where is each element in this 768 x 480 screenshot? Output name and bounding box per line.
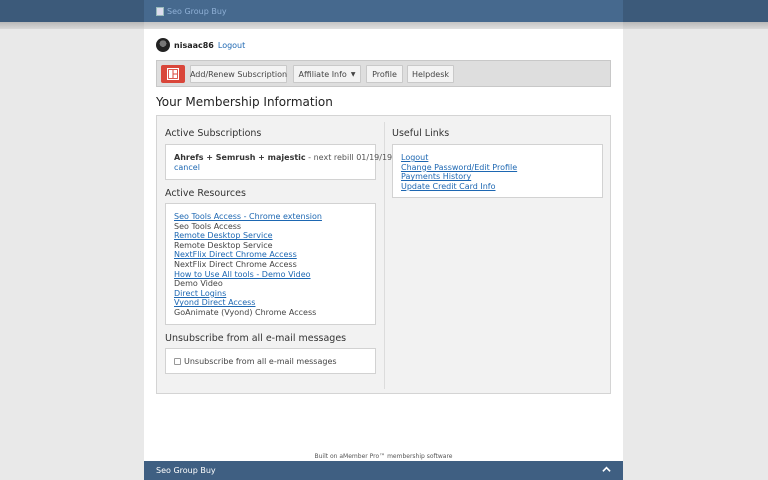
- menu-item-label: Profile: [372, 69, 397, 79]
- page-title: Your Membership Information: [156, 95, 333, 109]
- broken-image-icon: [156, 6, 164, 16]
- resource-link[interactable]: Direct Logins: [174, 289, 322, 299]
- active-subscriptions-title: Active Subscriptions: [165, 128, 262, 139]
- resource-label: Seo Tools Access: [174, 221, 242, 231]
- useful-links-box: Logout Change Password/Edit Profile Paym…: [392, 144, 603, 198]
- unsubscribe-title: Unsubscribe from all e-mail messages: [165, 333, 347, 344]
- header-band: [144, 22, 623, 29]
- resource-link[interactable]: How to Use All tools - Demo Video: [174, 270, 322, 280]
- footer-bar: Seo Group Buy: [144, 461, 623, 480]
- unsubscribe-box: Unsubscribe from all e-mail messages: [165, 348, 376, 374]
- resource-link[interactable]: NextFlix Direct Chrome Access: [174, 250, 322, 260]
- useful-link-logout[interactable]: Logout: [401, 153, 517, 163]
- column-divider: [384, 122, 385, 389]
- menu-helpdesk[interactable]: Helpdesk: [407, 65, 454, 83]
- subscriptions-box: Ahrefs + Semrush + majestic - next rebil…: [165, 144, 392, 180]
- user-bar: nisaac86 Logout: [156, 38, 245, 52]
- menu-item-label: Affiliate Info: [298, 69, 347, 79]
- resource-label: Remote Desktop Service: [174, 240, 273, 250]
- resource-label: GoAnimate (Vyond) Chrome Access: [174, 307, 317, 317]
- useful-link-payments-history[interactable]: Payments History: [401, 172, 517, 182]
- resource-link[interactable]: Remote Desktop Service: [174, 231, 322, 241]
- subscription-name: Ahrefs + Semrush + majestic: [174, 153, 306, 162]
- active-resources-title: Active Resources: [165, 188, 246, 199]
- cancel-subscription-link[interactable]: cancel: [174, 163, 200, 172]
- membership-panel: Active Subscriptions Ahrefs + Semrush + …: [156, 115, 611, 394]
- resource-link[interactable]: Vyond Direct Access: [174, 298, 322, 308]
- menu-item-label: Helpdesk: [411, 69, 450, 79]
- useful-links-title: Useful Links: [392, 128, 450, 139]
- subscription-rebill: - next rebill 01/19/19: [305, 153, 393, 162]
- menu-add-renew-subscription[interactable]: Add/Renew Subscription: [190, 65, 287, 83]
- caret-down-icon: ▼: [350, 70, 356, 78]
- resource-label: NextFlix Direct Chrome Access: [174, 259, 297, 269]
- resources-box: Seo Tools Access - Chrome extension Seo …: [165, 203, 376, 325]
- unsubscribe-checkbox[interactable]: [174, 358, 181, 365]
- menu-profile[interactable]: Profile: [366, 65, 403, 83]
- unsubscribe-checkbox-label: Unsubscribe from all e-mail messages: [184, 357, 337, 366]
- main-menu: Add/Renew Subscription Affiliate Info ▼ …: [156, 60, 611, 87]
- powered-by-text: Built on aMember Pro™ membership softwar…: [314, 453, 453, 460]
- home-button[interactable]: [161, 65, 185, 83]
- site-logo[interactable]: Seo Group Buy: [156, 6, 227, 16]
- resources-list: Seo Tools Access - Chrome extension Seo …: [174, 212, 322, 318]
- unsubscribe-option[interactable]: Unsubscribe from all e-mail messages: [174, 357, 337, 366]
- logout-link[interactable]: Logout: [218, 41, 245, 50]
- menu-affiliate-info[interactable]: Affiliate Info ▼: [293, 65, 361, 83]
- useful-link-update-card[interactable]: Update Credit Card Info: [401, 182, 517, 192]
- footer-title: Seo Group Buy: [156, 466, 216, 475]
- subscription-line: Ahrefs + Semrush + majestic - next rebil…: [174, 153, 392, 162]
- logo-alt-text: Seo Group Buy: [167, 6, 227, 16]
- useful-link-change-password[interactable]: Change Password/Edit Profile: [401, 163, 517, 173]
- dashboard-grid-icon: [167, 68, 179, 80]
- chevron-up-icon[interactable]: [602, 465, 611, 477]
- resource-label: Demo Video: [174, 279, 223, 289]
- page-container: Seo Group Buy nisaac86 Logout Add/Renew …: [144, 0, 623, 480]
- useful-links-list: Logout Change Password/Edit Profile Paym…: [401, 153, 517, 191]
- menu-item-label: Add/Renew Subscription: [189, 69, 288, 79]
- site-header: Seo Group Buy: [144, 0, 623, 22]
- avatar: [156, 38, 170, 52]
- username: nisaac86: [174, 40, 214, 50]
- resource-link[interactable]: Seo Tools Access - Chrome extension: [174, 212, 322, 222]
